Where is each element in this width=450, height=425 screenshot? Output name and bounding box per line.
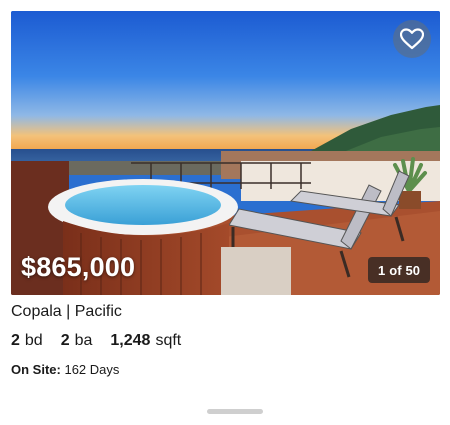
heart-icon	[400, 28, 424, 50]
listing-stats: 2 bd 2 ba 1,248 sqft	[11, 332, 181, 350]
on-site-label: On Site:	[11, 362, 61, 377]
listing-card[interactable]: $865,000 1 of 50 Copala | Pacific 2 bd 2b…	[0, 0, 450, 425]
beds-value: 2	[11, 332, 20, 349]
on-site-value: 162 Days	[64, 362, 120, 377]
photo-of-label: of	[389, 262, 402, 278]
sqft-unit: sqft	[155, 332, 182, 349]
baths-value: 2	[60, 332, 70, 349]
listing-photo[interactable]: $865,000 1 of 50	[11, 11, 440, 295]
listing-title: Copala | Pacific	[11, 303, 122, 320]
sqft-value: 1,248	[110, 332, 151, 349]
listing-price: $865,000	[21, 252, 136, 282]
beds-unit: bd	[24, 332, 43, 349]
sqft-stat: 1,248 sqft	[110, 332, 181, 350]
drag-handle[interactable]	[207, 409, 263, 414]
baths-unit: ba	[74, 332, 93, 349]
beds-stat: 2 bd	[11, 332, 43, 350]
photo-counter-badge: 1 of 50	[368, 257, 430, 283]
on-site-info: On Site: 162 Days	[11, 362, 119, 377]
baths-stat: 2 ba	[61, 332, 93, 350]
favorite-button[interactable]	[393, 20, 431, 58]
photo-total: 50	[405, 262, 420, 278]
photo-index: 1	[378, 262, 386, 278]
